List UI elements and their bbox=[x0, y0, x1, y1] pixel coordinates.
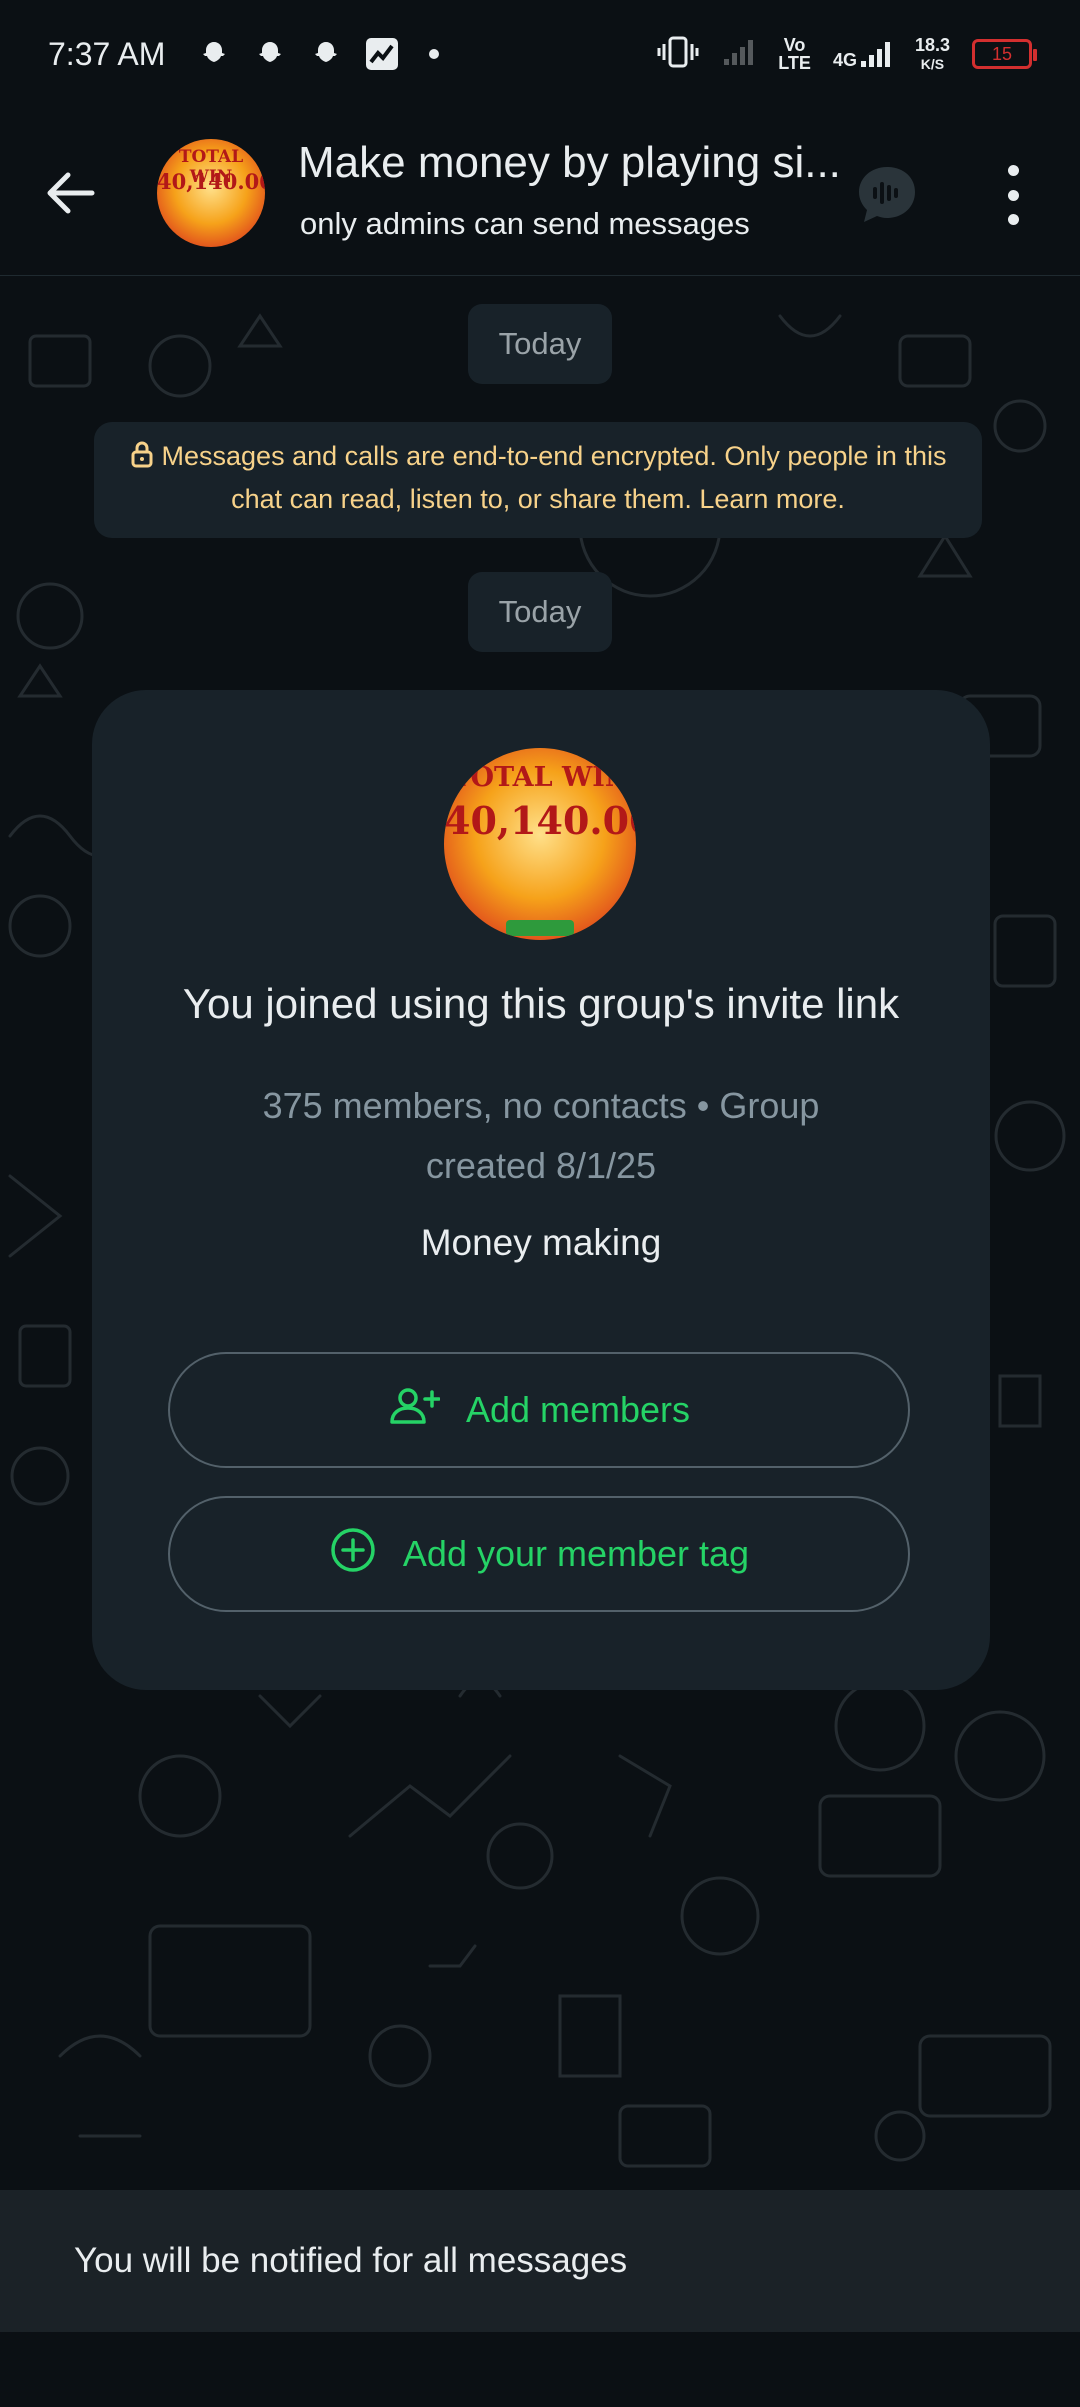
lock-icon bbox=[130, 439, 154, 479]
notification-toast: You will be notified for all messages bbox=[0, 2190, 1080, 2332]
add-member-tag-button[interactable]: Add your member tag bbox=[168, 1496, 910, 1612]
network-speed: 18.3 K/S bbox=[915, 36, 950, 73]
add-member-tag-label: Add your member tag bbox=[402, 1533, 750, 1574]
group-description: Money making bbox=[420, 1222, 662, 1263]
signal-icon bbox=[860, 42, 890, 67]
group-subtitle: only admins can send messages bbox=[300, 206, 750, 241]
add-circle-icon bbox=[329, 1526, 377, 1583]
dot-icon bbox=[429, 49, 440, 59]
encryption-notice[interactable]: Messages and calls are end-to-end encryp… bbox=[94, 422, 982, 538]
toast-text: You will be notified for all messages bbox=[74, 2241, 628, 2280]
encryption-text: Messages and calls are end-to-end encryp… bbox=[161, 441, 947, 514]
group-meta: 375 members, no contacts • Group created… bbox=[262, 1085, 820, 1186]
chat-area: Today Messages and calls are end-to-end … bbox=[0, 276, 1080, 2190]
trending-app-icon bbox=[365, 37, 399, 71]
status-bar: 7:37 AM Vo LTE 4G 18.3 K/S 15 bbox=[0, 0, 1080, 108]
status-time: 7:37 AM bbox=[48, 35, 166, 72]
speed-value: 18.3 bbox=[914, 34, 950, 55]
add-person-icon bbox=[388, 1386, 441, 1435]
vibrate-icon bbox=[656, 35, 700, 74]
date-chip: Today bbox=[468, 304, 612, 384]
avatar-text: 40,140.00 bbox=[444, 798, 636, 843]
joined-message: You joined using this group's invite lin… bbox=[182, 980, 900, 1027]
add-members-label: Add members bbox=[465, 1389, 691, 1430]
avatar-text: TOTAL WIN bbox=[450, 762, 630, 793]
battery-level: 15 bbox=[991, 43, 1013, 64]
battery-icon: 15 bbox=[972, 39, 1037, 69]
add-members-button[interactable]: Add members bbox=[168, 1352, 910, 1468]
signal-icon bbox=[722, 37, 756, 72]
chat-header: TOTAL WIN 40,140.00 Make money by playin… bbox=[0, 108, 1080, 276]
group-avatar[interactable]: TOTAL WIN 40,140.00 bbox=[157, 139, 265, 247]
avatar-text: 40,140.00 bbox=[157, 169, 265, 194]
snapchat-icon bbox=[309, 37, 343, 71]
snapchat-icon bbox=[253, 37, 287, 71]
snapchat-icon bbox=[197, 37, 231, 71]
more-options-icon[interactable] bbox=[995, 165, 1031, 225]
volte-label: Vo LTE bbox=[778, 35, 811, 73]
speed-unit: K/S bbox=[920, 55, 945, 72]
back-arrow-icon[interactable] bbox=[40, 163, 100, 223]
signal-4g: 4G bbox=[833, 39, 893, 69]
group-avatar-large[interactable]: TOTAL WIN 40,140.00 bbox=[444, 748, 636, 940]
bottom-bar bbox=[0, 2332, 1080, 2407]
group-title[interactable]: Make money by playing si... bbox=[298, 138, 841, 188]
date-chip: Today bbox=[468, 572, 612, 652]
avatar-decoration bbox=[506, 920, 574, 936]
voice-chat-icon[interactable] bbox=[855, 163, 919, 227]
